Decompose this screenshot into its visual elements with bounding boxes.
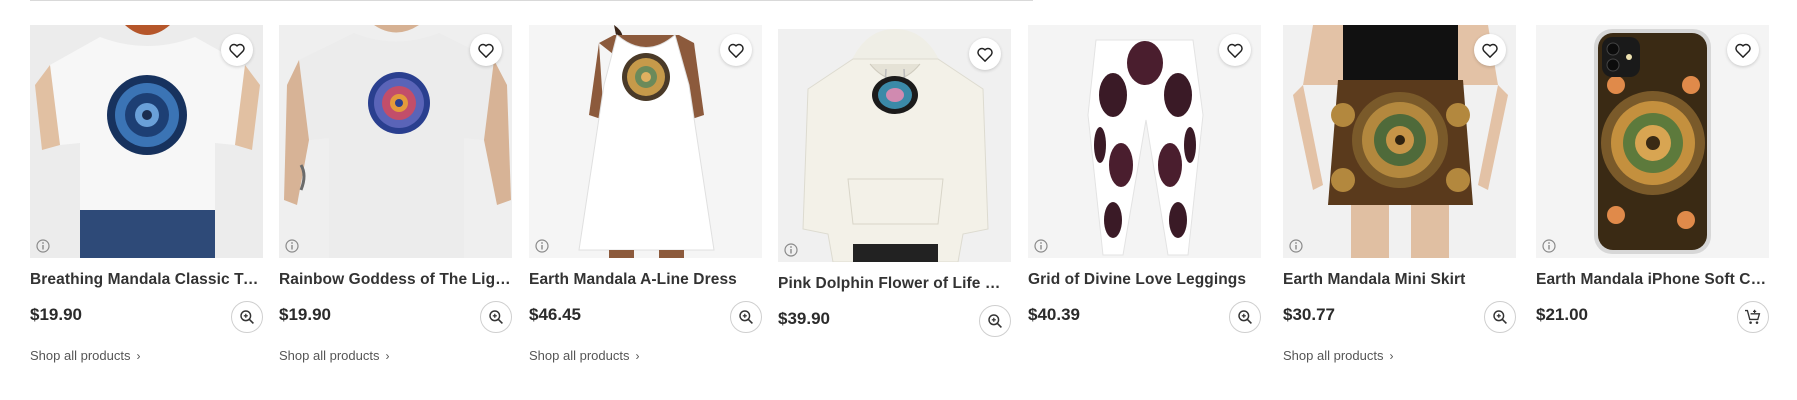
favorite-button[interactable] bbox=[1219, 34, 1251, 66]
info-icon[interactable] bbox=[1289, 239, 1303, 253]
shop-all-products-link[interactable]: Shop all products › bbox=[30, 348, 263, 363]
product-title[interactable]: Earth Mandala Mini Skirt bbox=[1283, 271, 1516, 289]
product-card[interactable]: Rainbow Goddess of The Light... $19.90 S… bbox=[279, 25, 512, 363]
product-image[interactable] bbox=[529, 25, 762, 258]
product-card[interactable]: Earth Mandala iPhone Soft Case $21.00 bbox=[1536, 25, 1769, 337]
favorite-button[interactable] bbox=[1474, 34, 1506, 66]
chevron-right-icon: › bbox=[136, 348, 141, 363]
product-title[interactable]: Breathing Mandala Classic T-S... bbox=[30, 271, 263, 289]
product-price: $40.39 bbox=[1028, 305, 1080, 324]
product-image[interactable] bbox=[1283, 25, 1516, 258]
quick-view-button[interactable] bbox=[480, 301, 512, 333]
shop-all-products-label: Shop all products bbox=[30, 348, 131, 363]
info-icon[interactable] bbox=[285, 239, 299, 253]
quick-view-button[interactable] bbox=[231, 301, 263, 333]
zoom-in-icon bbox=[988, 314, 1002, 328]
product-price: $19.90 bbox=[30, 305, 82, 324]
product-price: $21.00 bbox=[1536, 305, 1588, 324]
favorite-button[interactable] bbox=[1727, 34, 1759, 66]
zoom-in-icon bbox=[240, 310, 254, 324]
heart-icon bbox=[1227, 43, 1243, 58]
product-price: $30.77 bbox=[1283, 305, 1335, 324]
product-title[interactable]: Pink Dolphin Flower of Life Ma... bbox=[778, 275, 1011, 293]
product-title[interactable]: Earth Mandala iPhone Soft Case bbox=[1536, 271, 1769, 289]
favorite-button[interactable] bbox=[470, 34, 502, 66]
info-icon[interactable] bbox=[36, 239, 50, 253]
product-image[interactable] bbox=[778, 29, 1011, 262]
heart-icon bbox=[478, 43, 494, 58]
product-title[interactable]: Rainbow Goddess of The Light... bbox=[279, 271, 512, 289]
heart-icon bbox=[728, 43, 744, 58]
add-to-cart-icon bbox=[1745, 309, 1761, 324]
add-to-cart-button[interactable] bbox=[1737, 301, 1769, 333]
heart-icon bbox=[977, 47, 993, 62]
product-card[interactable]: Earth Mandala Mini Skirt $30.77 Shop all… bbox=[1283, 25, 1516, 363]
product-image[interactable] bbox=[30, 25, 263, 258]
chevron-right-icon: › bbox=[1389, 348, 1394, 363]
product-card[interactable]: Grid of Divine Love Leggings $40.39 bbox=[1028, 25, 1261, 337]
quick-view-button[interactable] bbox=[1229, 301, 1261, 333]
product-image[interactable] bbox=[1536, 25, 1769, 258]
top-divider bbox=[30, 0, 1033, 1]
shop-all-products-link[interactable]: Shop all products › bbox=[1283, 348, 1516, 363]
shop-all-products-link[interactable]: Shop all products › bbox=[279, 348, 512, 363]
shop-all-products-label: Shop all products bbox=[529, 348, 630, 363]
shop-all-products-label: Shop all products bbox=[279, 348, 380, 363]
product-price: $46.45 bbox=[529, 305, 581, 324]
product-image[interactable] bbox=[279, 25, 512, 258]
product-card[interactable]: Breathing Mandala Classic T-S... $19.90 … bbox=[30, 25, 263, 363]
zoom-in-icon bbox=[739, 310, 753, 324]
favorite-button[interactable] bbox=[221, 34, 253, 66]
shop-all-products-link[interactable]: Shop all products › bbox=[529, 348, 762, 363]
chevron-right-icon: › bbox=[635, 348, 640, 363]
product-price: $19.90 bbox=[279, 305, 331, 324]
info-icon[interactable] bbox=[1034, 239, 1048, 253]
info-icon[interactable] bbox=[1542, 239, 1556, 253]
product-price: $39.90 bbox=[778, 309, 830, 328]
zoom-in-icon bbox=[489, 310, 503, 324]
favorite-button[interactable] bbox=[969, 38, 1001, 70]
heart-icon bbox=[1735, 43, 1751, 58]
product-title[interactable]: Earth Mandala A-Line Dress bbox=[529, 271, 762, 289]
info-icon[interactable] bbox=[784, 243, 798, 257]
zoom-in-icon bbox=[1238, 310, 1252, 324]
product-image[interactable] bbox=[1028, 25, 1261, 258]
heart-icon bbox=[1482, 43, 1498, 58]
zoom-in-icon bbox=[1493, 310, 1507, 324]
chevron-right-icon: › bbox=[385, 348, 390, 363]
quick-view-button[interactable] bbox=[730, 301, 762, 333]
product-card[interactable]: Earth Mandala A-Line Dress $46.45 Shop a… bbox=[529, 25, 762, 363]
quick-view-button[interactable] bbox=[979, 305, 1011, 337]
product-card[interactable]: Pink Dolphin Flower of Life Ma... $39.90 bbox=[778, 29, 1011, 341]
shop-all-products-label: Shop all products bbox=[1283, 348, 1384, 363]
quick-view-button[interactable] bbox=[1484, 301, 1516, 333]
heart-icon bbox=[229, 43, 245, 58]
favorite-button[interactable] bbox=[720, 34, 752, 66]
info-icon[interactable] bbox=[535, 239, 549, 253]
product-title[interactable]: Grid of Divine Love Leggings bbox=[1028, 271, 1261, 289]
